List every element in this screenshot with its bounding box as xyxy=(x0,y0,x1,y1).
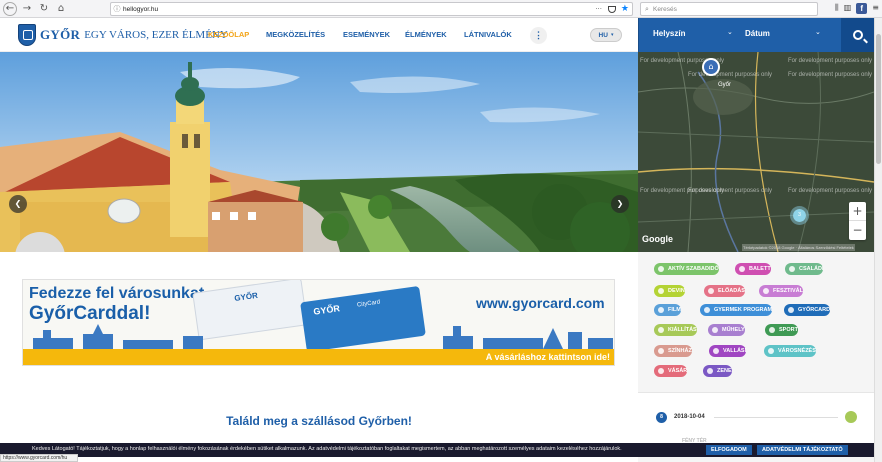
banner-line1: Fedezze fel városunkat xyxy=(29,285,205,302)
event-marker-icon: 8 xyxy=(656,412,667,423)
search-button[interactable] xyxy=(841,18,874,52)
location-filter[interactable]: Helyszín xyxy=(653,29,685,38)
map-cluster[interactable]: 3 xyxy=(790,206,809,225)
tag-performance[interactable]: ELŐADÁS xyxy=(704,285,745,297)
event-date: 2018-10-04 xyxy=(674,414,705,420)
dev-watermark: For development purposes only xyxy=(788,188,873,194)
dev-watermark: For development purposes only xyxy=(688,188,773,194)
nav-item-events[interactable]: ESEMÉNYEK xyxy=(343,30,405,39)
date-chevron-icon[interactable]: ⌄ xyxy=(815,28,821,36)
card-brand-front: GYŐR xyxy=(312,303,341,317)
more-menu-button[interactable]: ⋮ xyxy=(530,27,547,44)
tag-devin[interactable]: DEVIN xyxy=(654,285,685,297)
tag-religious[interactable]: VALLÁSI xyxy=(709,345,747,357)
site-logo[interactable]: GYŐR EGY VÁROS, EZER ÉLMÉNY xyxy=(18,24,228,46)
dev-watermark: For development purposes only xyxy=(788,58,873,64)
search-icon: ⌕ xyxy=(645,4,649,13)
nav-item-sights[interactable]: LÁTNIVALÓK xyxy=(464,30,534,39)
gyorcard-banner[interactable]: Fedezze fel városunkat GyőrCarddal! www.… xyxy=(22,279,615,366)
tag-fair[interactable]: VÁSÁR xyxy=(654,365,688,377)
map-tiles xyxy=(638,52,874,252)
back-icon[interactable]: ← xyxy=(3,1,17,16)
page-actions-icon[interactable]: ··· xyxy=(595,5,602,13)
card-brand-back: GYŐR xyxy=(233,290,259,304)
zoom-in-button[interactable]: + xyxy=(849,202,866,221)
url-text: hellogyor.hu xyxy=(123,5,159,13)
tag-sport[interactable]: SPORT xyxy=(765,324,798,336)
cookie-banner: Kedves Látogató! Tájékoztatjuk, hogy a h… xyxy=(0,443,874,457)
site-header: GYŐR EGY VÁROS, EZER ÉLMÉNY KEZDŐLAP MEG… xyxy=(0,18,638,52)
dev-watermark: For development purposes only xyxy=(688,72,773,78)
nav-item-experiences[interactable]: ÉLMÉNYEK xyxy=(405,30,464,39)
map-attribution[interactable]: Térképadatok ©2018 Google · Általános Sz… xyxy=(742,244,855,251)
cookie-text: Kedves Látogató! Tájékoztatjuk, hogy a h… xyxy=(32,446,622,452)
reload-icon[interactable]: ↻ xyxy=(37,2,51,16)
main-nav: KEZDŐLAP MEGKÖZELÍTÉS ESEMÉNYEK ÉLMÉNYEK… xyxy=(208,30,534,39)
dev-watermark: For development purposes only xyxy=(788,72,873,78)
chevron-down-icon: ▾ xyxy=(610,32,614,38)
forward-icon[interactable]: → xyxy=(20,2,34,16)
language-select[interactable]: HU ▾ xyxy=(590,28,622,42)
language-value: HU xyxy=(598,31,608,39)
tag-music[interactable]: ZENE xyxy=(703,365,732,377)
tag-theatre[interactable]: SZÍNHÁZ xyxy=(654,345,692,357)
tag-film[interactable]: FILM xyxy=(654,304,681,316)
info-icon[interactable]: ⓘ xyxy=(111,4,123,14)
timeline-line xyxy=(714,417,838,418)
toolbar-icons: ⫼ ▥ f ≡ xyxy=(835,3,879,14)
slider-prev-button[interactable]: ❮ xyxy=(9,195,27,213)
skyline-illustration xyxy=(33,324,613,349)
venue-pin-icon[interactable]: ⌂ xyxy=(702,58,720,76)
url-bar[interactable]: ⓘ hellogyor.hu ··· ★ xyxy=(110,2,633,16)
hero-image xyxy=(0,52,638,252)
magnifier-icon xyxy=(852,30,863,40)
page-scrollbar[interactable] xyxy=(874,18,882,462)
library-icon[interactable]: ⫼ xyxy=(835,3,839,14)
tag-children-program[interactable]: GYERMEK PROGRAM xyxy=(700,304,773,316)
tag-gyorcard[interactable]: GYŐRCARD xyxy=(784,304,831,316)
browser-search-placeholder: Keresés xyxy=(653,5,677,13)
bookmark-star-icon[interactable]: ★ xyxy=(621,4,629,14)
city-crest-icon xyxy=(18,24,36,46)
facebook-container-icon[interactable]: f xyxy=(856,3,868,14)
location-chevron-icon[interactable]: ⌄ xyxy=(727,28,733,36)
scrollbar-thumb[interactable] xyxy=(876,34,881,164)
logo-main-text: GYŐR xyxy=(40,27,81,42)
status-bar-url: https://www.gyorcard.com/hu xyxy=(0,454,78,462)
nav-item-access[interactable]: MEGKÖZELÍTÉS xyxy=(266,30,343,39)
tag-festival[interactable]: FESZTIVÁL xyxy=(759,285,803,297)
tag-family[interactable]: CSALÁDI xyxy=(785,263,824,275)
map-zoom-control: + − xyxy=(849,202,866,240)
cookie-accept-button[interactable]: ELFOGADOM xyxy=(706,445,752,455)
event-filter-bar: Helyszín ⌄ Dátum ⌄ xyxy=(638,18,874,52)
nav-item-home[interactable]: KEZDŐLAP xyxy=(208,30,266,39)
tag-exhibition[interactable]: KIÁLLÍTÁS xyxy=(654,324,697,336)
home-icon[interactable]: ⌂ xyxy=(54,2,68,16)
events-map[interactable]: For development purposes only For develo… xyxy=(638,52,874,252)
tag-ballet[interactable]: BALETT xyxy=(735,263,771,275)
date-filter[interactable]: Dátum xyxy=(745,29,770,38)
menu-icon[interactable]: ≡ xyxy=(872,3,879,14)
privacy-policy-button[interactable]: ADATVÉDELMI TÁJÉKOZTATÓ xyxy=(757,445,848,455)
banner-cta-text: A vásárláshoz kattintson ide! xyxy=(485,352,610,362)
logo-tagline: EGY VÁROS, EZER ÉLMÉNY xyxy=(84,29,228,41)
slider-next-button[interactable]: ❯ xyxy=(611,195,629,213)
browser-toolbar: ← → ↻ ⌂ ⓘ hellogyor.hu ··· ★ ⌕ Keresés ⫼… xyxy=(0,0,882,18)
google-logo: Google xyxy=(642,234,673,244)
banner-cta[interactable]: A vásárláshoz kattintson ide! xyxy=(23,349,614,365)
map-city-label: Győr xyxy=(718,82,732,88)
exhibition-category-icon xyxy=(845,411,857,423)
zoom-out-button[interactable]: − xyxy=(849,221,866,240)
hero-slider[interactable]: ❮ ❯ xyxy=(0,52,638,252)
browser-search-input[interactable]: ⌕ Keresés xyxy=(640,2,818,16)
pocket-icon[interactable] xyxy=(608,5,616,13)
tag-sightseeing[interactable]: VÁROSNÉZÉS xyxy=(764,345,816,357)
banner-url: www.gyorcard.com xyxy=(476,295,605,311)
card-sub: CityCard xyxy=(356,299,381,309)
tag-active-leisure[interactable]: AKTÍV SZABADIDŐ xyxy=(654,263,719,275)
sidebar-icon[interactable]: ▥ xyxy=(844,3,852,14)
section-heading: Találd meg a szállásod Győrben! xyxy=(226,414,412,428)
tag-workshop[interactable]: MŰHELY xyxy=(708,324,745,336)
